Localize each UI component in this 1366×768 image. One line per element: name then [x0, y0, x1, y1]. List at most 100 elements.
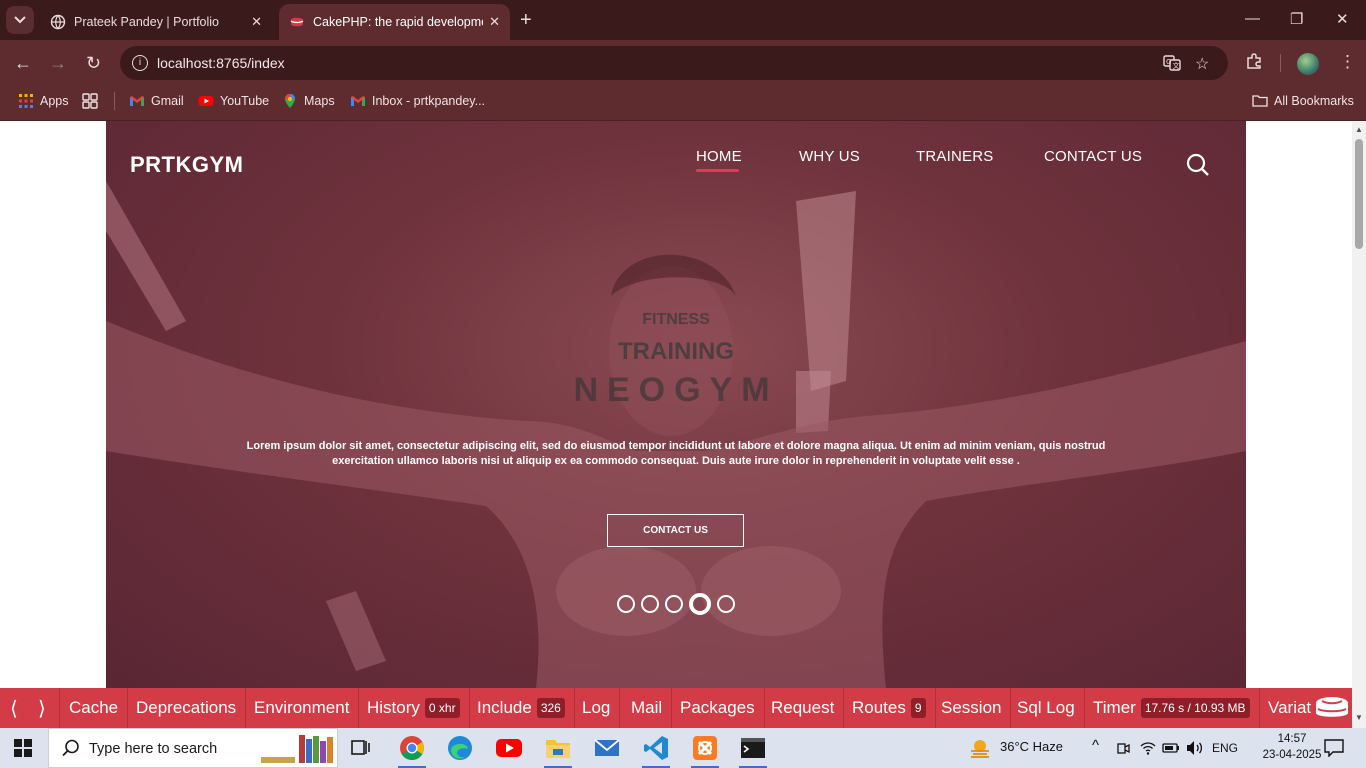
search-icon[interactable] — [1186, 153, 1210, 177]
cakephp-logo-icon[interactable] — [1314, 695, 1350, 721]
bookmark-youtube[interactable]: YouTube — [198, 93, 269, 109]
panel-label: Routes — [852, 698, 906, 717]
debug-panel-cache[interactable]: Cache — [60, 688, 129, 728]
chevron-right-icon[interactable]: ⟩ — [38, 696, 46, 721]
panel-badge: 326 — [536, 698, 565, 718]
taskbar-xampp[interactable] — [689, 732, 721, 768]
reload-icon[interactable]: ↻ — [86, 53, 101, 73]
chevron-left-icon[interactable]: ⟨ — [10, 696, 18, 721]
bookmark-star-icon[interactable]: ☆ — [1195, 54, 1209, 74]
bookmark-gmail[interactable]: Gmail — [129, 93, 184, 109]
clock-time: 14:57 — [1277, 733, 1307, 745]
debug-panel-deprecations[interactable]: Deprecations — [127, 688, 247, 728]
debug-panel-sql-log[interactable]: Sql Log — [1008, 688, 1085, 728]
debug-panel-timer[interactable]: Timer 17.76 s / 10.93 MB — [1084, 688, 1260, 728]
forward-arrow-icon[interactable]: → — [49, 53, 67, 73]
profile-avatar[interactable] — [1297, 53, 1319, 75]
debug-panel-history[interactable]: History 0 xhr — [358, 688, 470, 728]
taskbar-file-explorer[interactable] — [542, 732, 574, 768]
new-tab-button[interactable]: + — [520, 9, 532, 31]
taskbar-mail[interactable] — [591, 732, 623, 764]
bookmark-maps[interactable]: Maps — [282, 93, 335, 109]
page-viewport: PRTKGYM HOME WHY US TRAINERS CONTACT US … — [0, 121, 1352, 688]
system-clock[interactable]: 14:57 23-04-2025 — [1262, 731, 1322, 763]
edge-icon — [448, 736, 472, 760]
debug-panel-include[interactable]: Include 326 — [468, 688, 575, 728]
clock-date: 23-04-2025 — [1262, 749, 1322, 761]
tab-title: CakePHP: the rapid development php frame… — [313, 15, 483, 29]
contact-us-button[interactable]: CONTACT US — [607, 514, 744, 547]
page-scrollbar[interactable]: ▲ ▼ — [1352, 121, 1366, 728]
debug-panel-mail[interactable]: Mail — [622, 688, 673, 728]
debug-panel-log[interactable]: Log — [573, 688, 621, 728]
panel-label: Sql Log — [1017, 698, 1075, 717]
language-indicator[interactable]: ENG — [1212, 741, 1238, 755]
bookmark-apps[interactable]: Apps — [18, 93, 69, 109]
hero-title: TRAINING — [618, 338, 734, 365]
scroll-down-arrow-icon[interactable]: ▼ — [1355, 713, 1363, 722]
address-bar[interactable]: i localhost:8765/index G文 ☆ — [120, 46, 1228, 80]
debug-panel-environment[interactable]: Environment — [245, 688, 360, 728]
carousel-dot[interactable] — [717, 595, 735, 613]
tab-groups-icon — [82, 93, 98, 109]
close-tab-icon[interactable]: ✕ — [251, 14, 262, 30]
hero-eyebrow: FITNESS — [642, 311, 710, 328]
restore-icon[interactable]: ❐ — [1290, 10, 1303, 28]
search-icon — [62, 739, 79, 757]
gmail-icon — [130, 96, 144, 106]
carousel-dot[interactable] — [641, 595, 659, 613]
volume-icon[interactable] — [1186, 740, 1204, 756]
carousel-dot[interactable] — [665, 595, 683, 613]
maps-icon — [285, 94, 295, 108]
all-bookmarks-button[interactable]: All Bookmarks — [1252, 93, 1354, 109]
chevron-up-icon[interactable]: ^ — [1092, 737, 1099, 754]
taskbar-edge[interactable] — [444, 732, 476, 764]
url-text[interactable]: localhost:8765/index — [157, 55, 285, 71]
debug-panel-variables[interactable]: Variat — [1259, 688, 1320, 728]
carousel-dot-active[interactable] — [689, 593, 711, 615]
debug-panel-session[interactable]: Session — [932, 688, 1012, 728]
bookmark-inbox[interactable]: Inbox - prtkpandey... — [350, 93, 485, 109]
translate-icon[interactable]: G文 — [1163, 54, 1181, 72]
bookmark-label: Gmail — [151, 94, 184, 108]
windows-start-icon[interactable] — [14, 739, 32, 757]
scroll-up-arrow-icon[interactable]: ▲ — [1355, 125, 1363, 134]
scroll-thumb[interactable] — [1355, 139, 1363, 249]
wifi-icon[interactable] — [1140, 740, 1156, 756]
meet-now-icon[interactable] — [1116, 741, 1130, 755]
debug-panel-packages[interactable]: Packages — [671, 688, 765, 728]
panel-label: Mail — [631, 698, 663, 717]
tab-search-button[interactable] — [6, 6, 34, 34]
site-logo[interactable]: PRTKGYM — [130, 152, 244, 178]
taskbar-search-box[interactable]: Type here to search — [48, 728, 338, 768]
bookmark-tab-groups[interactable] — [82, 93, 104, 109]
close-tab-icon[interactable]: ✕ — [489, 14, 500, 30]
debug-panel-routes[interactable]: Routes 9 — [843, 688, 936, 728]
nav-contact-us[interactable]: CONTACT US — [1044, 148, 1142, 165]
taskbar-youtube[interactable] — [493, 732, 525, 764]
bookmarks-divider — [114, 92, 115, 110]
carousel-dot[interactable] — [617, 595, 635, 613]
tab-cakephp[interactable]: CakePHP: the rapid development php frame… — [279, 4, 510, 40]
task-view-icon[interactable] — [344, 732, 376, 764]
nav-home[interactable]: HOME — [696, 148, 742, 165]
tab-title: Prateek Pandey | Portfolio — [74, 15, 219, 29]
taskbar-chrome[interactable] — [396, 732, 428, 768]
close-window-icon[interactable]: ✕ — [1336, 10, 1349, 28]
debug-panel-request[interactable]: Request — [762, 688, 845, 728]
battery-icon[interactable] — [1162, 740, 1180, 756]
extensions-puzzle-icon[interactable] — [1245, 52, 1263, 70]
weather-text[interactable]: 36°C Haze — [1000, 739, 1063, 754]
back-arrow-icon[interactable]: ← — [14, 53, 32, 73]
nav-trainers[interactable]: TRAINERS — [916, 148, 993, 165]
menu-kebab-icon[interactable]: ⋮ — [1339, 52, 1356, 72]
taskbar-terminal[interactable] — [737, 732, 769, 768]
weather-haze-icon[interactable] — [968, 736, 992, 760]
tab-portfolio[interactable]: Prateek Pandey | Portfolio ✕ — [40, 4, 272, 40]
panel-badge: 0 xhr — [424, 698, 460, 718]
nav-why-us[interactable]: WHY US — [799, 148, 860, 165]
notifications-icon[interactable] — [1324, 739, 1344, 757]
site-info-icon[interactable]: i — [132, 55, 148, 71]
taskbar-vscode[interactable] — [640, 732, 672, 768]
minimize-icon[interactable]: — — [1245, 10, 1260, 27]
